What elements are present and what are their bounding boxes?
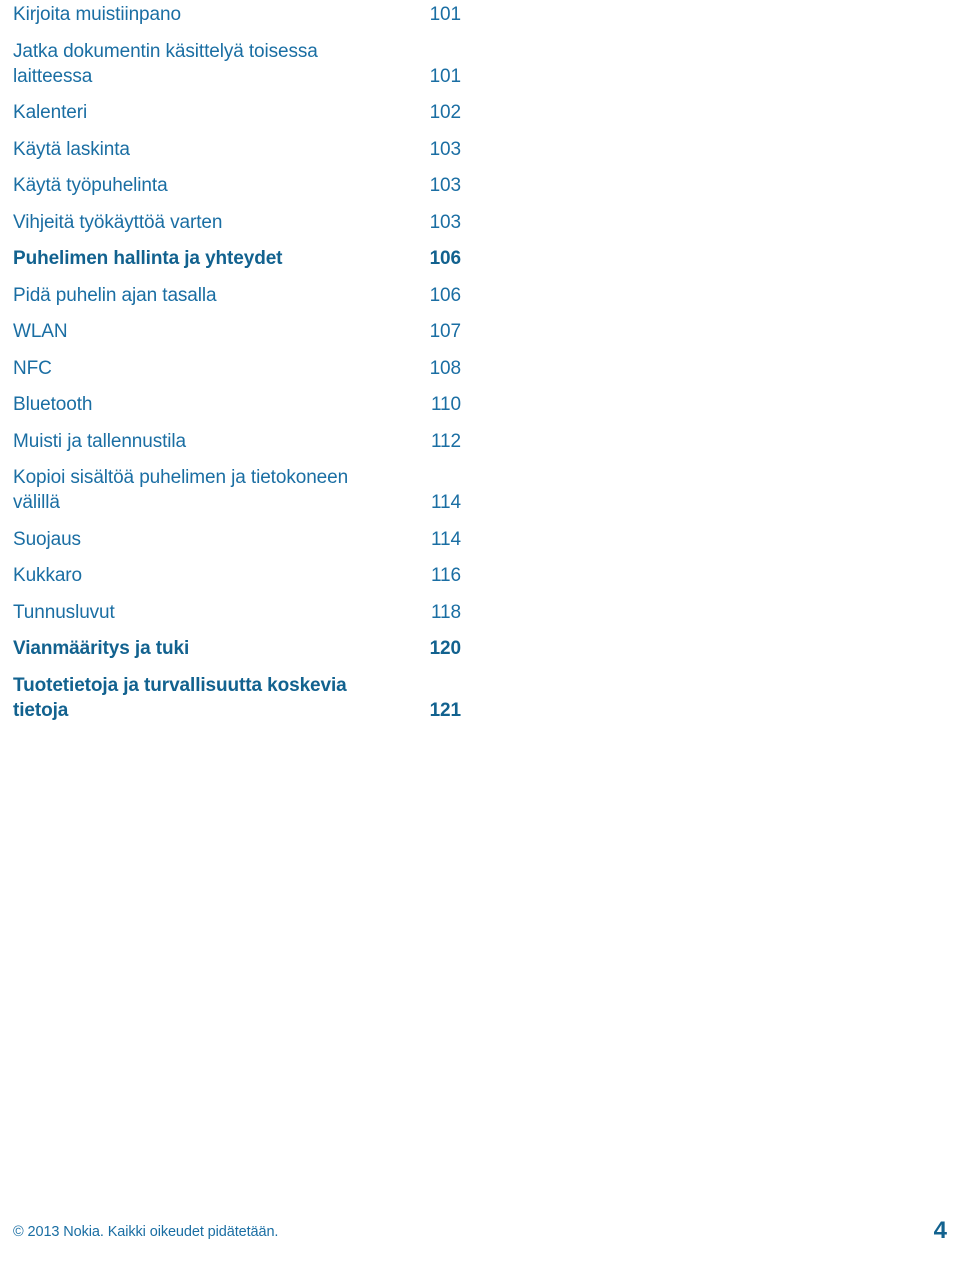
toc-entry-page-number: 120 xyxy=(429,638,462,659)
toc-entry-title: Muisti ja tallennustila xyxy=(13,430,187,452)
toc-entry-page-number: 110 xyxy=(431,394,461,415)
toc-entry-title: Tuotetietoja ja turvallisuutta koskevia … xyxy=(13,674,347,721)
toc-entry[interactable]: Tuotetietoja ja turvallisuutta koskevia … xyxy=(13,673,461,723)
toc-entry-page-number: 103 xyxy=(429,211,462,233)
toc-entry-page-number: 108 xyxy=(429,357,462,379)
toc-entry-page-number: 103 xyxy=(429,175,462,196)
toc-entry-page-number: 116 xyxy=(431,565,461,586)
toc-entry-title: Käytä laskinta xyxy=(13,138,130,160)
toc-entry-page-number: 114 xyxy=(431,492,461,513)
toc-entry-title: Puhelimen hallinta ja yhteydet xyxy=(13,248,283,269)
table-of-contents-list: Kirjoita muistiinpano 101 Jatka dokumentin… xyxy=(13,2,461,734)
toc-entry-title: Kalenteri xyxy=(13,102,88,123)
toc-entry-page-number: 106 xyxy=(429,284,462,306)
toc-entry[interactable]: Kirjoita muistiinpano 101 xyxy=(13,2,461,27)
page-number: 4 xyxy=(933,1217,947,1244)
toc-entry-title: Kopioi sisältöä puhelimen ja tietokoneen… xyxy=(13,467,349,513)
toc-entry[interactable]: Muisti ja tallennustila 112 xyxy=(13,429,461,454)
toc-entry-title: Kirjoita muistiinpano xyxy=(13,4,181,25)
toc-entry-title: Suojaus xyxy=(13,528,81,550)
toc-entry[interactable]: Vihjeitä työkäyttöä varten 103 xyxy=(13,210,461,235)
toc-entry-title: Tunnusluvut xyxy=(13,601,115,623)
page-footer: © 2013 Nokia. Kaikki oikeudet pidätetään… xyxy=(0,1217,960,1256)
toc-entry[interactable]: Jatka dokumentin käsittelyä toisessa lai… xyxy=(13,39,461,89)
toc-page: { "document": { "type": "table-of-conten… xyxy=(0,0,960,1264)
toc-entry[interactable]: WLAN 107 xyxy=(13,319,461,344)
toc-entry[interactable]: Tunnusluvut 118 xyxy=(13,600,461,625)
toc-entry-title: Pidä puhelin ajan tasalla xyxy=(13,284,217,306)
toc-entry-page-number: 118 xyxy=(431,601,461,623)
toc-entry[interactable]: Käytä työpuhelinta 103 xyxy=(13,173,461,198)
toc-entry-title: NFC xyxy=(13,357,52,379)
toc-entry-title: Bluetooth xyxy=(13,394,93,415)
toc-entry-page-number: 101 xyxy=(429,4,462,25)
toc-entry-title: Käytä työpuhelinta xyxy=(13,175,168,196)
toc-entry-title: Vihjeitä työkäyttöä varten xyxy=(13,211,223,233)
toc-entry[interactable]: Vianmääritys ja tuki 120 xyxy=(13,636,461,661)
toc-entry[interactable]: Käytä laskinta 103 xyxy=(13,137,461,162)
toc-entry-page-number: 121 xyxy=(429,699,462,721)
toc-entry-page-number: 112 xyxy=(431,430,461,452)
toc-entry[interactable]: NFC 108 xyxy=(13,356,461,381)
toc-entry[interactable]: Kalenteri 102 xyxy=(13,100,461,125)
toc-entry-page-number: 101 xyxy=(429,65,462,87)
toc-entry-page-number: 106 xyxy=(429,248,462,269)
toc-entry-title: Kukkaro xyxy=(13,565,83,586)
toc-entry[interactable]: Puhelimen hallinta ja yhteydet 106 xyxy=(13,246,461,271)
toc-entry-page-number: 102 xyxy=(429,102,462,123)
toc-entry-page-number: 107 xyxy=(429,321,462,342)
toc-entry[interactable]: Pidä puhelin ajan tasalla 106 xyxy=(13,283,461,308)
toc-entry[interactable]: Kukkaro 116 xyxy=(13,563,461,588)
copyright-notice: © 2013 Nokia. Kaikki oikeudet pidätetään… xyxy=(13,1224,279,1240)
toc-entry-title: WLAN xyxy=(13,321,68,342)
toc-entry[interactable]: Kopioi sisältöä puhelimen ja tietokoneen… xyxy=(13,465,461,515)
toc-entry-page-number: 103 xyxy=(429,138,462,160)
toc-entry-page-number: 114 xyxy=(431,528,461,550)
toc-entry-title: Jatka dokumentin käsittelyä toisessa lai… xyxy=(13,40,318,87)
toc-entry[interactable]: Suojaus 114 xyxy=(13,527,461,552)
toc-entry-title: Vianmääritys ja tuki xyxy=(13,638,190,659)
toc-entry[interactable]: Bluetooth 110 xyxy=(13,392,461,417)
